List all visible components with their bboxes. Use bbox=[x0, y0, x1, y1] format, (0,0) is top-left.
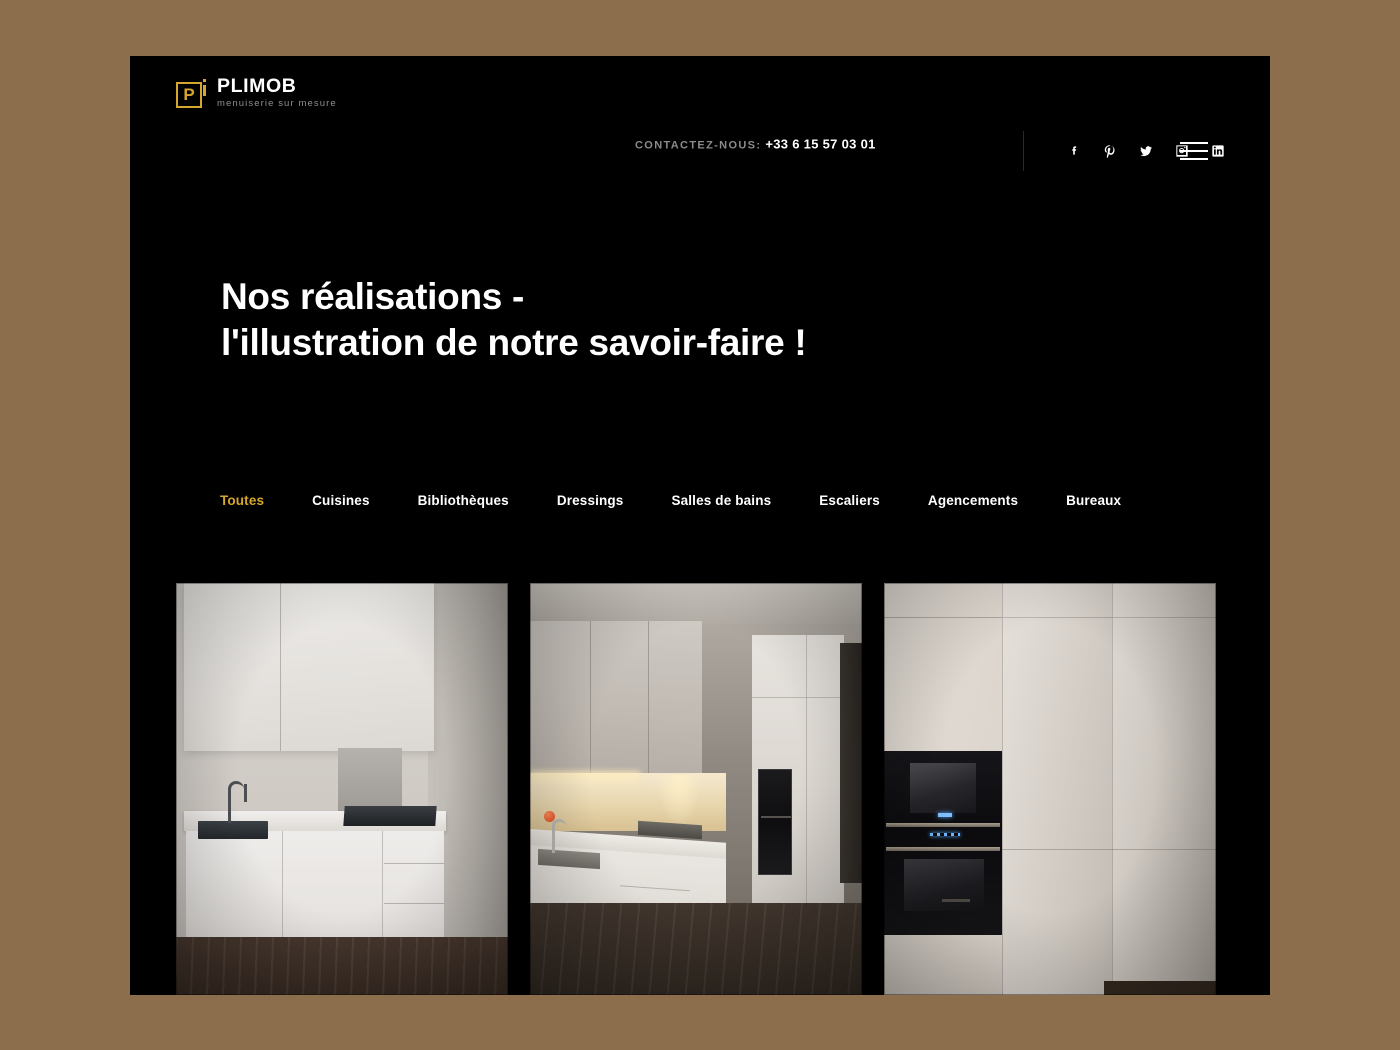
menu-icon[interactable] bbox=[1180, 142, 1208, 160]
logo-name: PLIMOB bbox=[217, 75, 297, 97]
pinterest-icon[interactable] bbox=[1102, 143, 1118, 159]
menu-bar-1 bbox=[1180, 142, 1208, 144]
filter-salles-de-bains[interactable]: Salles de bains bbox=[671, 493, 771, 508]
filter-bibliotheques[interactable]: Bibliothèques bbox=[418, 493, 509, 508]
gallery-item[interactable] bbox=[884, 583, 1216, 995]
header-divider bbox=[1023, 131, 1024, 171]
menu-bar-3 bbox=[1180, 158, 1208, 160]
filter-cuisines[interactable]: Cuisines bbox=[312, 493, 369, 508]
logo-mark-letter: P bbox=[183, 84, 195, 104]
contact-label: CONTACTEZ-NOUS: bbox=[635, 139, 762, 152]
menu-bar-2 bbox=[1180, 150, 1208, 152]
site-canvas: P PLIMOB menuiserie sur mesure CONTACTEZ… bbox=[130, 56, 1270, 995]
logo[interactable]: P PLIMOB menuiserie sur mesure bbox=[176, 76, 337, 112]
gallery-item[interactable] bbox=[530, 583, 862, 995]
linkedin-icon[interactable] bbox=[1210, 143, 1226, 159]
filter-toutes[interactable]: Toutes bbox=[220, 493, 264, 508]
portfolio-gallery bbox=[176, 583, 1216, 995]
logo-tagline: menuiserie sur mesure bbox=[217, 98, 337, 110]
site-header: P PLIMOB menuiserie sur mesure CONTACTEZ… bbox=[130, 56, 1270, 171]
gallery-image-1 bbox=[176, 583, 508, 995]
portfolio-filter-bar: Toutes Cuisines Bibliothèques Dressings … bbox=[220, 493, 1121, 508]
gallery-item[interactable] bbox=[176, 583, 508, 995]
gallery-image-2 bbox=[530, 583, 862, 995]
filter-escaliers[interactable]: Escaliers bbox=[819, 493, 880, 508]
logo-mark-icon: P bbox=[176, 78, 206, 109]
contact-block: CONTACTEZ-NOUS: +33 6 15 57 03 01 bbox=[635, 137, 876, 152]
filter-agencements[interactable]: Agencements bbox=[928, 493, 1018, 508]
facebook-icon[interactable] bbox=[1066, 143, 1082, 159]
gallery-image-3 bbox=[884, 583, 1216, 995]
filter-dressings[interactable]: Dressings bbox=[557, 493, 624, 508]
contact-phone-link[interactable]: +33 6 15 57 03 01 bbox=[765, 137, 875, 152]
logo-text: PLIMOB menuiserie sur mesure bbox=[217, 76, 337, 112]
page-title: Nos réalisations - l'illustration de not… bbox=[221, 276, 807, 363]
filter-bureaux[interactable]: Bureaux bbox=[1066, 493, 1121, 508]
twitter-icon[interactable] bbox=[1138, 143, 1154, 159]
